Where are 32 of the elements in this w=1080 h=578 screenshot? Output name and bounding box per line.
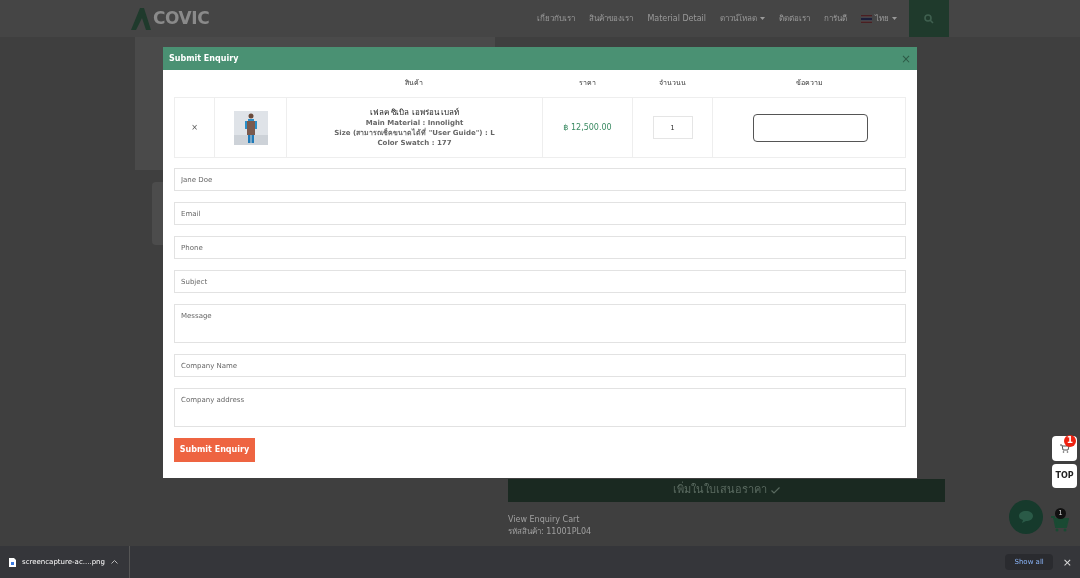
add-to-quote-button[interactable]: เพิ่มในใบเสนอราคา (508, 479, 945, 502)
nav-link[interactable]: ติดต่อเรา (779, 12, 810, 25)
close-button[interactable]: × (1062, 556, 1072, 568)
message-field[interactable] (752, 113, 868, 142)
remove-button[interactable]: × (191, 121, 198, 134)
view-cart-link[interactable]: View Enquiry Cart (508, 514, 580, 526)
language-menu[interactable]: ไทย (861, 12, 897, 25)
cart-icon (1059, 444, 1070, 453)
chat-bubble-icon (1019, 511, 1033, 523)
cart-button[interactable] (1052, 436, 1077, 461)
nav-link[interactable]: การันตี (824, 12, 847, 25)
caret-icon (760, 17, 765, 20)
search-icon (924, 13, 934, 24)
submit-button[interactable]: Submit Enquiry (174, 438, 255, 462)
nav-link[interactable]: เกี่ยวกับเรา (537, 12, 576, 25)
caret-icon (892, 17, 897, 20)
back-to-top-button[interactable]: TOP (1052, 464, 1077, 488)
close-button[interactable]: × (900, 52, 911, 65)
logo-icon (131, 7, 151, 30)
file-icon (9, 557, 16, 567)
logo-text[interactable]: COVIC (153, 5, 210, 32)
nav-link[interactable]: สินค้าของเรา (589, 12, 634, 25)
price-text: ฿ 12,500.00 (563, 121, 612, 134)
cart-count-badge: 1 (1064, 435, 1076, 447)
sku-text: รหัสสินค้า: 11001PL04 (508, 526, 592, 538)
dialog-title: Submit Enquiry (169, 52, 239, 65)
nav-link[interactable]: Material Detail (647, 12, 706, 25)
nav-link[interactable]: ดาวน์โหลด (720, 12, 765, 25)
product-name: เฟลค ซิเบิล เอพร่อน เบลท์ (369, 107, 460, 118)
check-icon (771, 487, 780, 494)
flag-icon (861, 14, 872, 23)
chevron-up-icon[interactable] (110, 560, 118, 564)
